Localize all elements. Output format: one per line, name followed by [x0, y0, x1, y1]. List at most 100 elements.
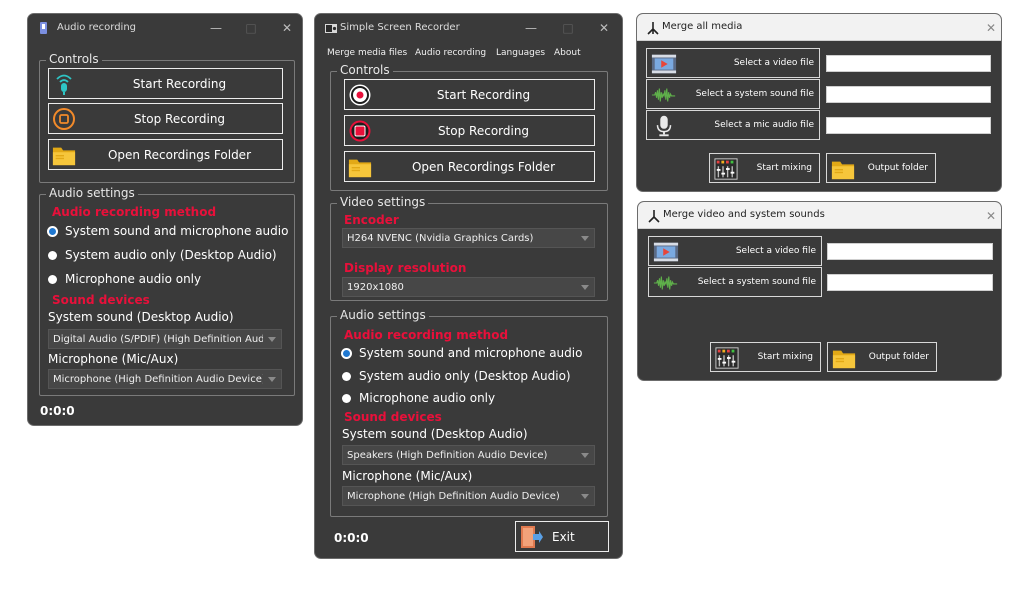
select-video-file-button[interactable]: Select a video file	[648, 236, 822, 266]
select-system-sound-file-label: Select a system sound file	[697, 277, 816, 287]
sound-wave-icon	[653, 271, 679, 295]
system-sound-dropdown[interactable]: Speakers (High Definition Audio Device)	[342, 445, 595, 465]
stop-recording-button[interactable]: Stop Recording	[48, 103, 283, 134]
start-mixing-button[interactable]: Start mixing	[710, 342, 821, 372]
folder-icon	[831, 157, 855, 181]
stop-recording-button[interactable]: Stop Recording	[344, 115, 595, 146]
folder-icon	[832, 346, 856, 370]
radio-indicator	[48, 251, 57, 260]
exit-label: Exit	[552, 530, 575, 544]
menu-bar: Merge media files Audio recording Langua…	[315, 44, 622, 64]
microphone-value: Microphone (High Definition Audio Device…	[53, 374, 263, 385]
select-video-file-button[interactable]: Select a video file	[646, 48, 820, 78]
start-recording-button[interactable]: Start Recording	[48, 68, 283, 99]
video-file-input[interactable]	[827, 243, 993, 260]
title-bar[interactable]: Simple Screen Recorder — □ ✕	[315, 14, 622, 44]
stop-icon	[53, 108, 75, 130]
sound-wave-icon	[651, 83, 677, 107]
select-mic-audio-file-button[interactable]: Select a mic audio file	[646, 110, 820, 140]
close-icon[interactable]: ✕	[279, 20, 295, 36]
select-system-sound-file-button[interactable]: Select a system sound file	[648, 267, 822, 297]
close-icon[interactable]: ✕	[596, 20, 612, 36]
merge-all-media-window: Merge all media ✕ Select a video file Se…	[636, 13, 1002, 192]
output-folder-button[interactable]: Output folder	[826, 153, 936, 183]
exit-button[interactable]: Exit	[515, 521, 609, 552]
select-mic-audio-file-label: Select a mic audio file	[714, 120, 814, 130]
output-folder-button[interactable]: Output folder	[827, 342, 937, 372]
resolution-value: 1920x1080	[347, 282, 404, 293]
audio-method-heading: Audio recording method	[344, 328, 509, 342]
chevron-down-icon	[581, 453, 589, 458]
video-file-input[interactable]	[826, 55, 991, 72]
mic-audio-file-input[interactable]	[826, 117, 991, 134]
window-title: Merge all media	[662, 21, 743, 32]
system-sound-value: Speakers (High Definition Audio Device)	[347, 450, 548, 461]
title-bar[interactable]: Audio recording — □ ✕	[28, 14, 302, 44]
chevron-down-icon	[581, 494, 589, 499]
menu-languages[interactable]: Languages	[496, 48, 545, 58]
start-recording-button[interactable]: Start Recording	[344, 79, 595, 110]
microphone-value: Microphone (High Definition Audio Device…	[347, 491, 560, 502]
microphone-label: Microphone (Mic/Aux)	[48, 352, 179, 366]
open-recordings-folder-button[interactable]: Open Recordings Folder	[48, 139, 283, 170]
stop-recording-label: Stop Recording	[133, 112, 226, 126]
microphone-dropdown[interactable]: Microphone (High Definition Audio Device…	[342, 486, 595, 506]
menu-merge-media-files[interactable]: Merge media files	[327, 48, 407, 58]
menu-about[interactable]: About	[554, 48, 581, 58]
microphone-wave-icon	[56, 74, 72, 95]
merge-icon	[648, 210, 660, 223]
output-folder-label: Output folder	[868, 352, 929, 362]
open-recordings-folder-button[interactable]: Open Recordings Folder	[344, 151, 595, 182]
radio-label: System audio only (Desktop Audio)	[65, 248, 277, 262]
close-icon[interactable]: ✕	[983, 208, 999, 224]
select-system-sound-file-label: Select a system sound file	[695, 89, 814, 99]
audio-settings-group-title: Audio settings	[46, 186, 138, 200]
record-icon	[349, 84, 371, 106]
sound-devices-heading: Sound devices	[52, 293, 150, 307]
controls-group-title: Controls	[46, 52, 102, 66]
screen-recorder-window: Simple Screen Recorder — □ ✕ Merge media…	[314, 13, 623, 559]
encoder-value: H264 NVENC (Nvidia Graphics Cards)	[347, 233, 534, 244]
maximize-icon: □	[245, 21, 257, 35]
radio-label: System sound and microphone audio	[65, 224, 289, 238]
recording-timer: 0:0:0	[40, 404, 75, 418]
window-title: Simple Screen Recorder	[340, 22, 460, 33]
system-sound-file-input[interactable]	[826, 86, 991, 103]
radio-label: System audio only (Desktop Audio)	[359, 369, 571, 383]
system-sound-value: Digital Audio (S/PDIF) (High Definition …	[53, 334, 263, 345]
select-system-sound-file-button[interactable]: Select a system sound file	[646, 79, 820, 109]
select-video-file-label: Select a video file	[733, 58, 814, 68]
menu-audio-recording[interactable]: Audio recording	[415, 48, 486, 58]
encoder-dropdown[interactable]: H264 NVENC (Nvidia Graphics Cards)	[342, 228, 595, 248]
microphone-dropdown[interactable]: Microphone (High Definition Audio Device…	[48, 369, 282, 389]
resolution-dropdown[interactable]: 1920x1080	[342, 277, 595, 297]
mixer-icon	[714, 157, 738, 181]
minimize-icon[interactable]: —	[523, 20, 539, 36]
system-sound-label: System sound (Desktop Audio)	[48, 310, 234, 324]
radio-label: Microphone audio only	[359, 391, 496, 405]
chevron-down-icon	[581, 236, 589, 241]
radio-label: Microphone audio only	[65, 272, 202, 286]
radio-indicator	[342, 372, 351, 381]
start-recording-label: Start Recording	[436, 88, 531, 102]
title-bar[interactable]: Merge all media ✕	[637, 14, 1001, 41]
mixer-icon	[715, 346, 739, 370]
controls-group-title: Controls	[337, 63, 393, 77]
app-icon	[40, 22, 47, 34]
close-icon[interactable]: ✕	[983, 20, 999, 36]
system-sound-file-input[interactable]	[827, 274, 993, 291]
window-title: Merge video and system sounds	[663, 209, 825, 220]
start-mixing-label: Start mixing	[756, 163, 812, 173]
title-bar[interactable]: Merge video and system sounds ✕	[638, 202, 1001, 229]
radio-label: System sound and microphone audio	[359, 346, 583, 360]
app-icon	[325, 24, 337, 33]
start-recording-label: Start Recording	[132, 77, 227, 91]
select-video-file-label: Select a video file	[735, 246, 816, 256]
open-recordings-folder-label: Open Recordings Folder	[411, 160, 556, 174]
radio-selected-indicator	[49, 228, 56, 235]
microphone-label: Microphone (Mic/Aux)	[342, 469, 473, 483]
resolution-heading: Display resolution	[344, 261, 467, 275]
start-mixing-button[interactable]: Start mixing	[709, 153, 820, 183]
system-sound-dropdown[interactable]: Digital Audio (S/PDIF) (High Definition …	[48, 329, 282, 349]
minimize-icon[interactable]: —	[208, 20, 224, 36]
